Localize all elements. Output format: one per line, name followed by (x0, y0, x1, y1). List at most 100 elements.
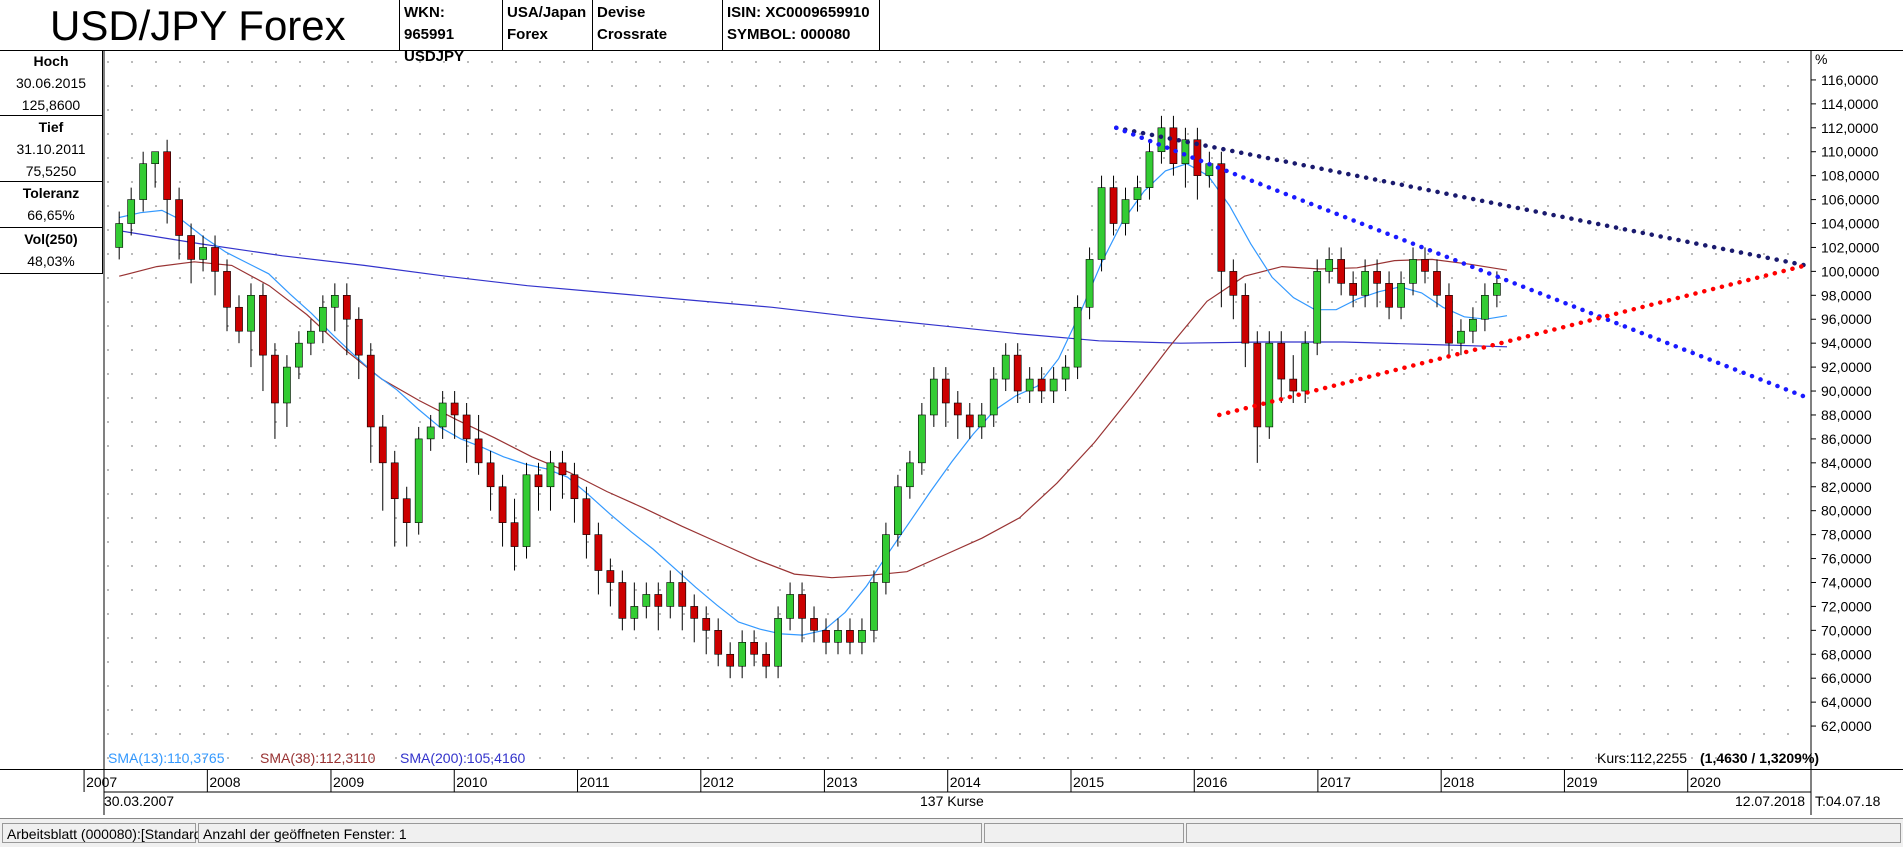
y-tick-label: 104,0000 (1821, 216, 1880, 232)
x-tick-label: 2017 (1320, 774, 1351, 790)
candle-body (606, 570, 615, 583)
candle-body (486, 462, 495, 488)
candle-body (318, 306, 327, 332)
candle-body (941, 378, 950, 404)
y-tick-label: 92,0000 (1821, 359, 1872, 375)
candle-body (1001, 354, 1010, 380)
legend-sma38: SMA(38):112,3110 (260, 750, 376, 766)
y-tick-label: 114,0000 (1821, 96, 1879, 112)
candle-body (906, 462, 914, 488)
candle-body (786, 594, 794, 619)
candle-body (654, 594, 663, 607)
candle-body (738, 642, 747, 667)
candle-body (1121, 199, 1130, 224)
candle-body (558, 462, 567, 476)
candle-body (1421, 259, 1429, 272)
y-tick-label: 112,0000 (1821, 120, 1879, 136)
candle-body (1277, 342, 1286, 380)
candle-body (977, 414, 986, 428)
candle-body (342, 295, 351, 320)
wkn-cell: WKN: 965991 USDJPY (400, 0, 503, 65)
x-tick-label: 2008 (209, 774, 240, 790)
y-tick-label: 84,0000 (1821, 455, 1872, 471)
x-tick-label: 2012 (703, 774, 734, 790)
candle-body (330, 295, 339, 308)
candle-body (1361, 271, 1369, 296)
t-label: T:04.07.18 (1815, 793, 1881, 809)
y-tick-label: 106,0000 (1821, 192, 1880, 208)
x-tick-label: 2018 (1443, 774, 1474, 790)
candle-body (870, 582, 878, 631)
candle-body (1445, 295, 1453, 344)
candle-body (965, 414, 974, 428)
candle-body (702, 618, 711, 631)
candle-body (522, 474, 531, 547)
candle-body (1133, 187, 1142, 200)
candle-body (1013, 354, 1022, 392)
y-tick-label: 74,0000 (1821, 574, 1872, 590)
candle-body (798, 594, 806, 619)
candle-body (929, 378, 938, 416)
end-date: 12.07.2018 (1735, 793, 1806, 809)
y-tick-label: 108,0000 (1821, 168, 1880, 184)
x-tick-label: 2020 (1690, 774, 1721, 790)
candle-body (1253, 342, 1262, 428)
candle-body (582, 498, 591, 535)
region-line2: Forex (507, 26, 548, 43)
candle-body (1289, 378, 1298, 392)
kurs-readout: Kurs:112,2255 (1,4630 / 1,3209%) (1597, 750, 1819, 766)
kurs-change: (1,4630 / 1,3209%) (1700, 750, 1819, 766)
candle-body (570, 474, 579, 500)
time-axis: 2007 2008 2009 2010 2011 2012 2013 2014 2015 2016… (0, 769, 1903, 815)
candle-body (438, 402, 447, 428)
y-tick-label: 70,0000 (1821, 622, 1872, 638)
y-tick-label: 88,0000 (1821, 407, 1872, 423)
candle-body (1109, 187, 1118, 224)
candle-body (247, 295, 255, 332)
candle-body (354, 318, 363, 356)
candle-body (630, 606, 639, 619)
candle-body (139, 163, 148, 200)
candle-body (402, 498, 411, 523)
candle-body (618, 582, 627, 619)
status-sheet[interactable]: Arbeitsblatt (000080):[Standard] (2, 823, 205, 843)
price-chart[interactable]: 62,0000 64,0000 66,0000 68,0000 70,0000 72,00… (0, 50, 1903, 769)
x-tick-label: 2013 (826, 774, 857, 790)
candle-body (414, 438, 423, 523)
candle (414, 426, 423, 535)
x-tick-label: 2009 (333, 774, 364, 790)
candle-body (882, 534, 890, 583)
candle-body (151, 151, 160, 164)
x-tick-label: 2016 (1196, 774, 1227, 790)
candle-body (1409, 259, 1417, 284)
candle-body (115, 223, 124, 248)
candle-body (1301, 342, 1310, 392)
candle-body (1313, 271, 1322, 344)
wkn-label: WKN: 965991 (404, 4, 455, 43)
x-tick-label: 2007 (86, 774, 117, 790)
candle-body (858, 630, 866, 643)
candle-body (594, 534, 603, 571)
candle-body (175, 199, 183, 236)
y-tick-label: 116,0000 (1821, 72, 1879, 88)
candle-body (127, 199, 136, 224)
candle-body (1217, 163, 1226, 272)
y-tick-label: 66,0000 (1821, 670, 1872, 686)
candle (1265, 331, 1274, 439)
x-tick-label: 2019 (1566, 774, 1597, 790)
candle-body (1469, 318, 1477, 332)
y-tick-label: 100,0000 (1821, 263, 1880, 279)
candle-body (1037, 378, 1046, 392)
candle-body (1325, 259, 1334, 272)
candle (1097, 175, 1106, 272)
candle-body (223, 271, 231, 308)
candle-body (534, 474, 543, 488)
candle-body (690, 606, 699, 619)
region-line1: USA/Japan (507, 4, 587, 21)
y-tick-label: 98,0000 (1821, 287, 1872, 303)
candle-body (834, 630, 842, 643)
candle-body (750, 642, 758, 655)
candle-body (307, 330, 315, 344)
candle-body (894, 486, 902, 535)
y-tick-label: 90,0000 (1821, 383, 1872, 399)
